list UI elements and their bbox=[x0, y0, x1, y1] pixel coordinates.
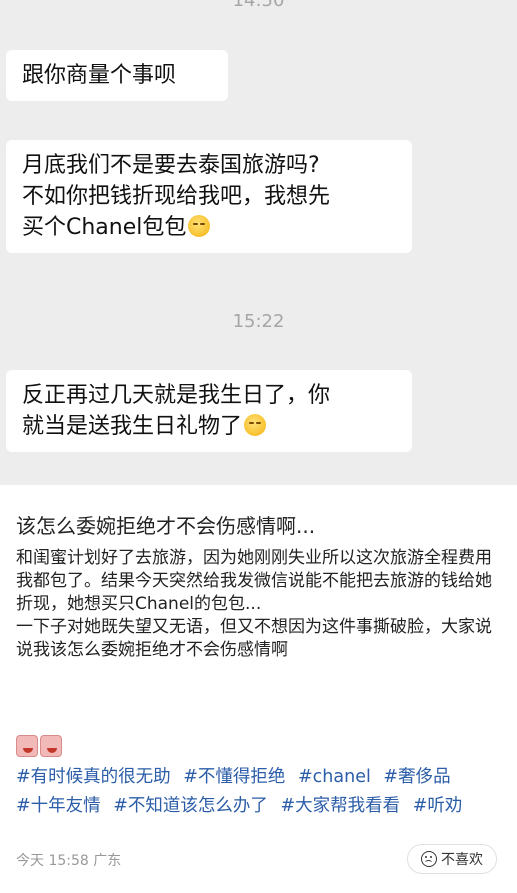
message-text: 跟你商量个事呗 bbox=[22, 63, 177, 88]
chat-bubble: 跟你商量个事呗 bbox=[6, 50, 228, 101]
chat-timestamp: 15:22 bbox=[232, 311, 285, 332]
smirk-emoji-icon bbox=[188, 215, 211, 237]
message-text: 月底我们不是要去泰国旅游吗? bbox=[22, 153, 320, 178]
crying-sticker-icon bbox=[40, 735, 62, 757]
dislike-button[interactable]: 不喜欢 bbox=[407, 844, 497, 874]
hashtag-link[interactable]: #有时候真的很无助 bbox=[16, 767, 171, 787]
hashtag-link[interactable]: #不知道该怎么办了 bbox=[113, 796, 268, 816]
dislike-label: 不喜欢 bbox=[441, 852, 483, 868]
message-text: 买个Chanel包包 bbox=[22, 215, 187, 240]
message-text: 不如你把钱折现给我吧，我想先 bbox=[22, 184, 331, 209]
sticker-row bbox=[16, 735, 62, 757]
kiss-emoji-icon bbox=[244, 414, 267, 436]
chat-bubble: 反正再过几天就是我生日了，你 就当是送我生日礼物了 bbox=[6, 370, 412, 452]
message-text: 就当是送我生日礼物了 bbox=[22, 414, 243, 439]
message-text: 反正再过几天就是我生日了，你 bbox=[22, 383, 331, 408]
post-paragraph: 和闺蜜计划好了去旅游，因为她刚刚失业所以这次旅游全程费用我都包了。结果今天突然给… bbox=[16, 548, 492, 614]
hashtag-link[interactable]: #奢侈品 bbox=[383, 767, 450, 787]
hashtag-link[interactable]: #不懂得拒绝 bbox=[183, 767, 285, 787]
post-card: 该怎么委婉拒绝才不会伤感情啊... 和闺蜜计划好了去旅游，因为她刚刚失业所以这次… bbox=[0, 485, 517, 893]
hashtag-list: #有时候真的很无助 #不懂得拒绝 #chanel #奢侈品 #十年友情 #不知道… bbox=[16, 763, 508, 821]
hashtag-link[interactable]: #大家帮我看看 bbox=[281, 796, 401, 816]
chat-screenshot: 14:50 跟你商量个事呗 月底我们不是要去泰国旅游吗? 不如你把钱折现给我吧，… bbox=[0, 0, 517, 485]
sad-face-icon bbox=[421, 851, 437, 867]
hashtag-link[interactable]: #十年友情 bbox=[16, 796, 101, 816]
post-body: 和闺蜜计划好了去旅游，因为她刚刚失业所以这次旅游全程费用我都包了。结果今天突然给… bbox=[16, 547, 506, 662]
post-paragraph: 一下子对她既失望又无语，但又不想因为这件事撕破脸，大家说说我该怎么委婉拒绝才不会… bbox=[16, 617, 492, 660]
post-time: 今天 15:58 bbox=[16, 853, 89, 869]
chat-timestamp: 14:50 bbox=[232, 0, 285, 11]
post-meta: 今天 15:58 广东 bbox=[16, 850, 121, 870]
post-title: 该怎么委婉拒绝才不会伤感情啊... bbox=[16, 514, 316, 538]
hashtag-link[interactable]: #听劝 bbox=[413, 796, 463, 816]
crying-sticker-icon bbox=[16, 735, 38, 757]
post-location: 广东 bbox=[93, 853, 122, 869]
hashtag-link[interactable]: #chanel bbox=[298, 767, 371, 787]
chat-bubble: 月底我们不是要去泰国旅游吗? 不如你把钱折现给我吧，我想先 买个Chanel包包 bbox=[6, 140, 412, 253]
